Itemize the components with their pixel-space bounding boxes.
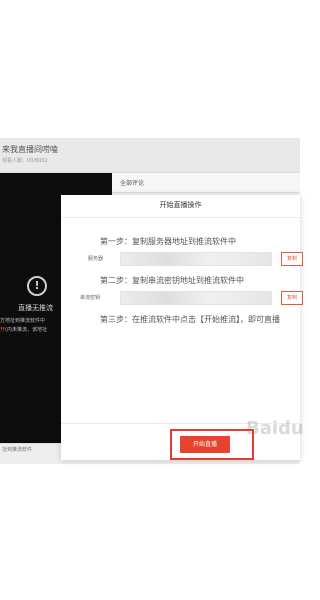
bottom-bar-text: 址到推流软件: [2, 447, 33, 453]
stream-key-field[interactable]: [120, 291, 272, 305]
video-error-detail-text: (内未推流，该地址: [5, 327, 47, 333]
divider: [112, 192, 300, 193]
video-error-title: 直播无推流: [18, 304, 53, 312]
server-label: 服务器: [88, 256, 104, 262]
copy-stream-key-button[interactable]: 复制: [281, 291, 303, 305]
exclamation-icon: !: [27, 276, 47, 296]
server-address-field[interactable]: [120, 252, 272, 266]
step-1-text: 第一步：复制服务器地址到推流软件中: [100, 237, 236, 246]
video-error-detail: 开(内未推流，该地址: [0, 326, 47, 333]
viewer-count: 观看人数：00/8002: [2, 158, 48, 164]
stream-key-label: 串流密钥: [80, 295, 101, 301]
modal-title: 开始直播操作: [159, 201, 202, 209]
watermark: Baidu: [246, 418, 304, 439]
video-error-message: 方地址到推流软件中: [0, 318, 46, 324]
copy-server-button[interactable]: 复制: [281, 252, 303, 266]
tab-all-comments[interactable]: 全部评论: [120, 178, 144, 187]
divider: [61, 217, 300, 218]
step-2-text: 第二步：复制串流密钥地址到推流软件中: [100, 276, 244, 285]
start-live-button[interactable]: 开始直播: [180, 436, 230, 453]
step-3-text: 第三步：在推流软件中点击【开始推流】，即可直播: [100, 315, 280, 324]
room-title: 来我直播间唠嗑: [2, 145, 58, 154]
